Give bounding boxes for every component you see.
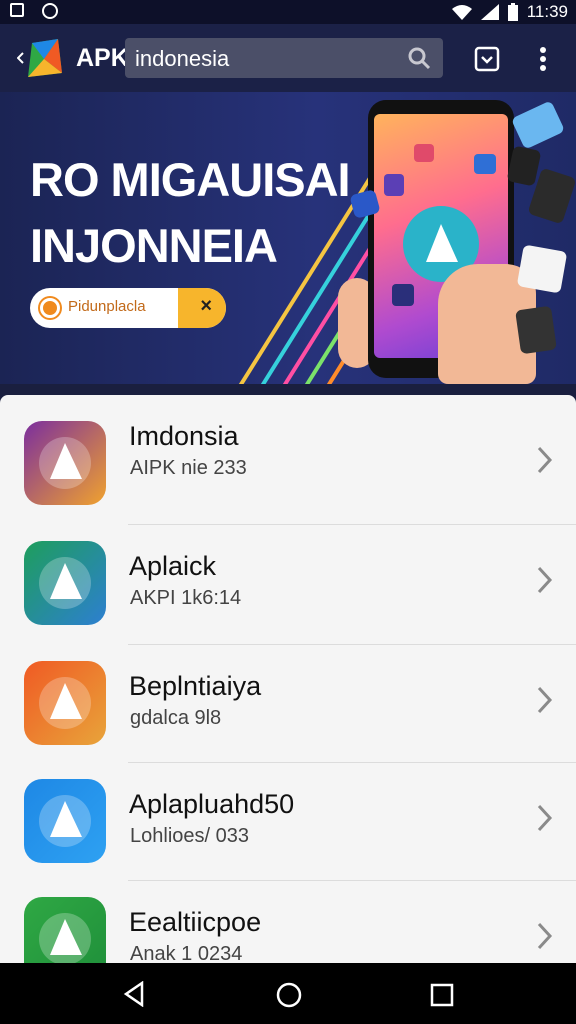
banner-title-line1: RO MIGAUISAI <box>30 153 351 206</box>
download-icon[interactable] <box>474 46 500 72</box>
app-list-item[interactable]: Beplntiaiya gdalca 9l8 <box>0 645 576 763</box>
app-name[interactable]: Aplapluahd50 <box>129 789 294 820</box>
wifi-icon <box>451 5 472 20</box>
chevron-right-icon[interactable] <box>534 685 554 715</box>
status-bar: 11:39 <box>0 0 576 24</box>
app-list-item[interactable]: Imdonsia AIPK nie 233 <box>0 395 576 513</box>
banner-title-line2: INJONNEIA <box>30 219 278 272</box>
home-icon[interactable] <box>275 981 303 1009</box>
app-logo <box>28 39 62 77</box>
battery-icon <box>507 3 518 21</box>
chevron-right-icon[interactable] <box>534 445 554 475</box>
chevron-right-icon[interactable] <box>534 803 554 833</box>
back-icon[interactable] <box>122 981 148 1007</box>
chip-close-icon[interactable]: × <box>200 295 212 318</box>
app-logo-icon <box>39 795 91 847</box>
app-list-item[interactable]: Aplapluahd50 Lohlioes/ 033 <box>0 763 576 881</box>
chip-label: Pidunplacla <box>68 298 146 315</box>
app-subtitle: gdalca 9l8 <box>130 707 222 729</box>
search-icon[interactable] <box>407 46 431 70</box>
more-options-icon[interactable] <box>536 46 550 72</box>
app-logo-icon <box>39 437 91 489</box>
app-icon[interactable] <box>24 541 106 625</box>
signal-icon <box>480 4 499 20</box>
search-value: indonesia <box>135 46 230 71</box>
back-arrow-icon[interactable] <box>17 52 25 64</box>
app-subtitle: AIPK nie 233 <box>130 457 247 479</box>
app-icon[interactable] <box>24 897 106 963</box>
brand-label: APK <box>76 44 129 72</box>
app-logo-icon <box>39 677 91 729</box>
app-list: Imdonsia AIPK nie 233 Aplaick AKPI 1k6:14 Be… <box>0 395 576 963</box>
app-bar: APK indonesia <box>0 24 576 92</box>
app-name[interactable]: Aplaick <box>129 551 216 582</box>
clock: 11:39 <box>526 2 568 21</box>
app-logo-icon <box>39 557 91 609</box>
chip-icon <box>40 298 60 318</box>
app-name[interactable]: Beplntiaiya <box>129 671 261 702</box>
app-icon[interactable] <box>24 421 106 505</box>
app-logo-icon <box>39 913 91 963</box>
banner-chip[interactable]: Pidunplacla × <box>30 288 226 328</box>
navigation-bar <box>0 963 576 1024</box>
app-name[interactable]: Imdonsia <box>129 421 239 452</box>
app-icon[interactable] <box>24 661 106 745</box>
app-list-item[interactable]: Eealtiicpoe Anak 1 0234 <box>0 881 576 963</box>
recents-icon[interactable] <box>430 983 454 1007</box>
app-name[interactable]: Eealtiicpoe <box>129 907 261 938</box>
promo-banner[interactable]: RO MIGAUISAI INJONNEIA Pidunplacla × <box>0 92 576 384</box>
app-subtitle: Lohlioes/ 033 <box>130 825 249 847</box>
app-subtitle: Anak 1 0234 <box>130 943 243 963</box>
notification-icon <box>42 3 58 19</box>
chevron-right-icon[interactable] <box>534 565 554 595</box>
app-subtitle: AKPI 1k6:14 <box>130 587 242 609</box>
chevron-right-icon[interactable] <box>534 921 554 951</box>
app-icon[interactable] <box>24 779 106 863</box>
app-list-item[interactable]: Aplaick AKPI 1k6:14 <box>0 525 576 643</box>
gallery-icon <box>10 3 24 17</box>
search-input[interactable]: indonesia <box>125 38 443 78</box>
